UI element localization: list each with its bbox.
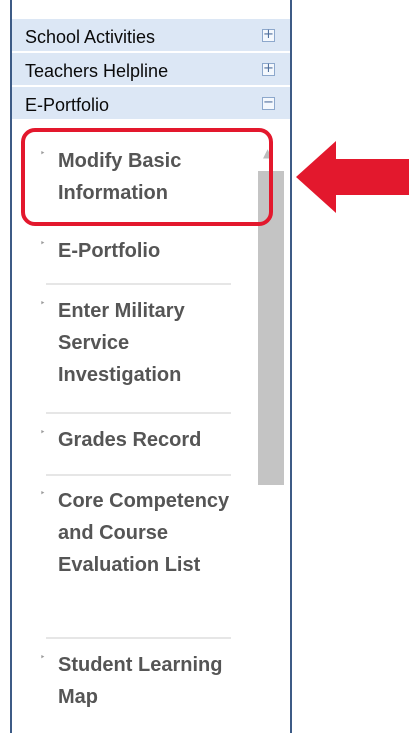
menu-item-grades-record[interactable]: ‣ Grades Record xyxy=(12,424,258,458)
bullet-icon: ‣ xyxy=(40,299,46,309)
menu-item-student-learning-map[interactable]: ‣ Student Learning Map xyxy=(12,649,258,715)
menu-item-e-portfolio[interactable]: ‣ E-Portfolio xyxy=(12,235,258,269)
accordion-title: Teachers Helpline xyxy=(25,61,169,81)
bullet-icon: ‣ xyxy=(40,489,46,499)
frame-right-border xyxy=(290,0,292,733)
menu-item-label: Core Competency and Course Evaluation Li… xyxy=(58,490,230,576)
bullet-icon: ‣ xyxy=(40,239,46,249)
menu-item-label: Enter Military Service Investigation xyxy=(58,300,185,386)
menu-item-label: E-Portfolio xyxy=(58,240,161,262)
highlight-annotation-box xyxy=(21,128,273,226)
accordion-teachers-helpline[interactable]: Teachers Helpline + xyxy=(12,53,290,86)
menu-item-core-competency-and-course-evaluation-list[interactable]: ‣ Core Competency and Course Evaluation … xyxy=(12,485,258,617)
menu-divider xyxy=(46,283,231,285)
accordion-e-portfolio[interactable]: E-Portfolio − xyxy=(12,87,290,120)
menu-divider xyxy=(46,474,231,476)
navigation-panel: School Activities + Teachers Helpline + … xyxy=(0,0,409,733)
collapse-icon[interactable]: − xyxy=(262,95,275,110)
menu-item-label: Grades Record xyxy=(58,429,202,451)
bullet-icon: ‣ xyxy=(40,428,46,438)
menu-item-label: Student Learning Map xyxy=(58,654,223,708)
accordion-school-activities[interactable]: School Activities + xyxy=(12,19,290,52)
expand-icon[interactable]: + xyxy=(262,27,275,42)
red-arrow-icon xyxy=(296,141,409,213)
menu-item-enter-military-service-investigation[interactable]: ‣ Enter Military Service Investigation xyxy=(12,295,258,393)
menu-divider xyxy=(46,637,231,639)
accordion-title: E-Portfolio xyxy=(25,95,110,115)
expand-icon[interactable]: + xyxy=(262,61,275,76)
accordion-title: School Activities xyxy=(25,27,156,47)
menu-divider xyxy=(46,412,231,414)
bullet-icon: ‣ xyxy=(40,653,46,663)
